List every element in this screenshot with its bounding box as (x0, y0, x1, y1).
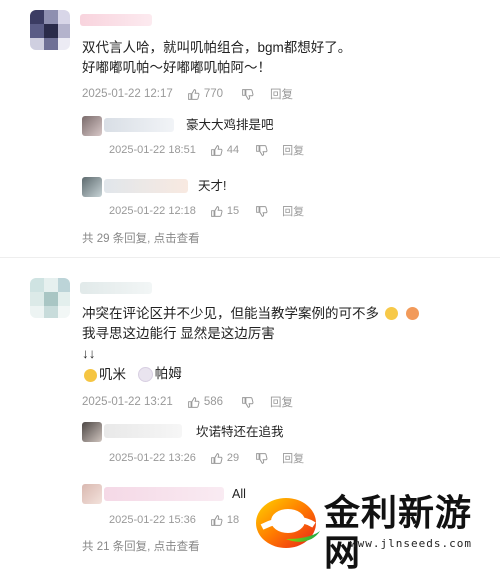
avatar[interactable] (82, 422, 102, 442)
comment-line: 我寻思这边能行 显然是这边厉害 (82, 326, 275, 341)
avatar[interactable] (82, 177, 102, 197)
reply-meta: 2025-01-22 18:51 44 回复 (109, 142, 304, 158)
face-icon (405, 307, 419, 320)
reply-date: 2025-01-22 12:18 (109, 205, 196, 217)
thumbs-down-icon (242, 396, 254, 408)
like-count: 29 (226, 452, 240, 464)
comment-line: 冲突在评论区并不少见，但能当教学案例的可不多 (82, 304, 421, 324)
dislike-button[interactable] (241, 88, 254, 101)
reply-meta: 2025-01-22 12:18 15 回复 (109, 203, 304, 219)
comment-meta: 2025-01-22 13:21 586 回复 (82, 394, 293, 410)
dislike-button[interactable] (255, 205, 268, 218)
comment-date: 2025-01-22 12:17 (82, 88, 173, 100)
watermark-logo: 金利新游网 www.jlnseeds.com (252, 487, 500, 573)
reply-item: 天才! 2025-01-22 12:18 15 回复 (82, 177, 482, 221)
view-more-replies[interactable]: 共 29 条回复, 点击查看 (82, 230, 200, 246)
like-button[interactable]: 44 (210, 144, 239, 157)
divider (0, 257, 500, 258)
avatar[interactable] (82, 116, 102, 136)
comment-line: 好嘟嘟叽帕～好嘟嘟叽帕阿～！ (82, 60, 271, 75)
tag-label: 叽米 (99, 367, 126, 382)
reply-button[interactable]: 回复 (282, 450, 304, 466)
reply-date: 2025-01-22 15:36 (109, 514, 196, 526)
thumbs-up-icon (187, 88, 200, 100)
like-button[interactable]: 18 (210, 514, 239, 527)
reply-text: 坎诺特还在追我 (196, 425, 284, 439)
like-button[interactable]: 15 (210, 205, 239, 218)
thumbs-up-icon (210, 452, 223, 464)
reply-button[interactable]: 回复 (270, 394, 293, 410)
like-count: 44 (226, 144, 240, 156)
comment-tags: 叽米 帕姆 (82, 364, 421, 388)
reply-text: All (232, 487, 246, 501)
thumbs-up-icon (187, 396, 200, 408)
username-blurred[interactable] (80, 282, 152, 294)
comment-line: 双代言人哈，就叫叽帕组合，bgm都想好了。 (82, 40, 352, 55)
view-more-replies[interactable]: 共 21 条回复, 点击查看 (82, 538, 200, 554)
reply-date: 2025-01-22 18:51 (109, 144, 196, 156)
thumbs-down-icon (256, 144, 268, 156)
thumbs-down-icon (256, 205, 268, 217)
reply-date: 2025-01-22 13:26 (109, 452, 196, 464)
chick-icon (84, 368, 97, 382)
comment-text: 冲突在评论区并不少见，但能当教学案例的可不多 我寻思这边能行 显然是这边厉害 ↓… (82, 304, 421, 388)
like-count: 586 (203, 396, 223, 408)
comment-date: 2025-01-22 13:21 (82, 396, 173, 408)
watermark-title: 金利新游网 (324, 492, 473, 574)
reply-text: 豪大大鸡排是吧 (186, 118, 274, 132)
comment-text: 双代言人哈，就叫叽帕组合，bgm都想好了。 好嘟嘟叽帕～好嘟嘟叽帕阿～！ (82, 38, 351, 78)
comment-line-text: 冲突在评论区并不少见，但能当教学案例的可不多 (82, 306, 379, 321)
avatar[interactable] (30, 278, 70, 318)
thumbs-up-icon (210, 144, 223, 156)
tag-item[interactable]: 叽米 (82, 365, 126, 385)
reply-item: 坎诺特还在追我 2025-01-22 13:26 29 回复 (82, 422, 482, 466)
thumbs-up-icon (210, 205, 223, 217)
avatar[interactable] (30, 10, 70, 50)
bunny-icon (137, 366, 153, 382)
username-blurred[interactable] (104, 487, 224, 501)
tag-label: 帕姆 (154, 366, 182, 381)
victory-hand-icon (384, 307, 398, 320)
comment-line: ↓↓ (82, 346, 96, 361)
username-blurred[interactable] (104, 424, 182, 438)
watermark-url: www.jlnseeds.com (350, 537, 472, 550)
reply-meta: 2025-01-22 15:36 18 (109, 512, 239, 528)
dislike-button[interactable] (241, 396, 254, 409)
thumbs-up-icon (210, 514, 223, 526)
reply-item: 豪大大鸡排是吧 2025-01-22 18:51 44 回复 (82, 116, 482, 160)
reply-button[interactable]: 回复 (282, 203, 304, 219)
username-blurred[interactable] (80, 14, 152, 26)
like-count: 15 (226, 205, 240, 217)
username-blurred[interactable] (104, 179, 188, 193)
thumbs-down-icon (256, 452, 268, 464)
like-button[interactable]: 770 (187, 88, 223, 101)
dislike-button[interactable] (255, 452, 268, 465)
reply-text: 天才! (198, 179, 227, 193)
comment-meta: 2025-01-22 12:17 770 回复 (82, 86, 293, 102)
tag-item[interactable]: 帕姆 (136, 364, 182, 384)
reply-button[interactable]: 回复 (270, 86, 293, 102)
like-button[interactable]: 586 (187, 396, 223, 409)
reply-meta: 2025-01-22 13:26 29 回复 (109, 450, 304, 466)
like-button[interactable]: 29 (210, 452, 239, 465)
thumbs-down-icon (242, 88, 254, 100)
like-count: 18 (226, 514, 240, 526)
like-count: 770 (203, 88, 223, 100)
avatar[interactable] (82, 484, 102, 504)
username-blurred[interactable] (104, 118, 174, 132)
reply-button[interactable]: 回复 (282, 142, 304, 158)
dislike-button[interactable] (255, 144, 268, 157)
